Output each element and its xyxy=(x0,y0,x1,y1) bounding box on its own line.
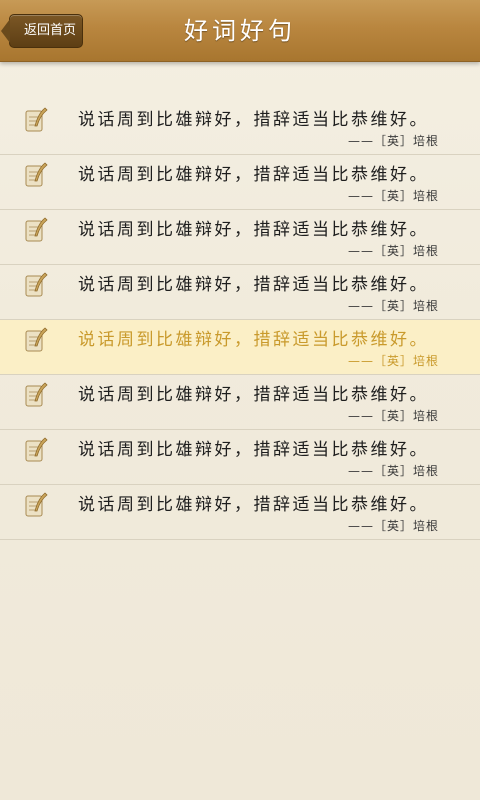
quill-scroll-icon xyxy=(25,217,48,242)
list-item[interactable]: 说话周到比雄辩好，措辞适当比恭维好。 ——［英］培根 xyxy=(0,375,480,430)
back-home-button[interactable]: 返回首页 xyxy=(1,14,83,48)
header-bar: 好词好句 返回首页 xyxy=(0,0,480,62)
quote-author: ——［英］培根 xyxy=(347,189,439,203)
quote-author: ——［英］培根 xyxy=(347,354,439,368)
list-item[interactable]: 说话周到比雄辩好，措辞适当比恭维好。 ——［英］培根 xyxy=(0,265,480,320)
quote-author: ——［英］培根 xyxy=(347,519,439,533)
quill-scroll-icon xyxy=(25,327,48,352)
quote-text: 说话周到比雄辩好，措辞适当比恭维好。 xyxy=(78,385,429,405)
quill-scroll-icon xyxy=(25,107,48,132)
quill-scroll-icon xyxy=(25,437,48,462)
quote-text: 说话周到比雄辩好，措辞适当比恭维好。 xyxy=(78,330,429,350)
quote-author: ——［英］培根 xyxy=(347,464,439,478)
list-item[interactable]: 说话周到比雄辩好，措辞适当比恭维好。 ——［英］培根 xyxy=(0,430,480,485)
list-item[interactable]: 说话周到比雄辩好，措辞适当比恭维好。 ——［英］培根 xyxy=(0,210,480,265)
quote-text: 说话周到比雄辩好，措辞适当比恭维好。 xyxy=(78,110,429,130)
quote-text: 说话周到比雄辩好，措辞适当比恭维好。 xyxy=(78,220,429,240)
quote-text: 说话周到比雄辩好，措辞适当比恭维好。 xyxy=(78,440,429,460)
quill-scroll-icon xyxy=(25,382,48,407)
quill-scroll-icon xyxy=(25,492,48,517)
list-item[interactable]: 说话周到比雄辩好，措辞适当比恭维好。 ——［英］培根 xyxy=(0,485,480,540)
quote-list: 说话周到比雄辩好，措辞适当比恭维好。 ——［英］培根 说话周到比雄辩好，措辞适当… xyxy=(0,100,480,540)
quote-text: 说话周到比雄辩好，措辞适当比恭维好。 xyxy=(78,495,429,515)
list-item[interactable]: 说话周到比雄辩好，措辞适当比恭维好。 ——［英］培根 xyxy=(0,155,480,210)
quill-scroll-icon xyxy=(25,162,48,187)
quote-text: 说话周到比雄辩好，措辞适当比恭维好。 xyxy=(78,275,429,295)
quote-author: ——［英］培根 xyxy=(347,409,439,423)
quote-author: ——［英］培根 xyxy=(347,244,439,258)
list-item-selected[interactable]: 说话周到比雄辩好，措辞适当比恭维好。 ——［英］培根 xyxy=(0,320,480,375)
quote-author: ——［英］培根 xyxy=(347,299,439,313)
list-item[interactable]: 说话周到比雄辩好，措辞适当比恭维好。 ——［英］培根 xyxy=(0,100,480,155)
quill-scroll-icon xyxy=(25,272,48,297)
quote-text: 说话周到比雄辩好，措辞适当比恭维好。 xyxy=(78,165,429,185)
quote-author: ——［英］培根 xyxy=(347,134,439,148)
